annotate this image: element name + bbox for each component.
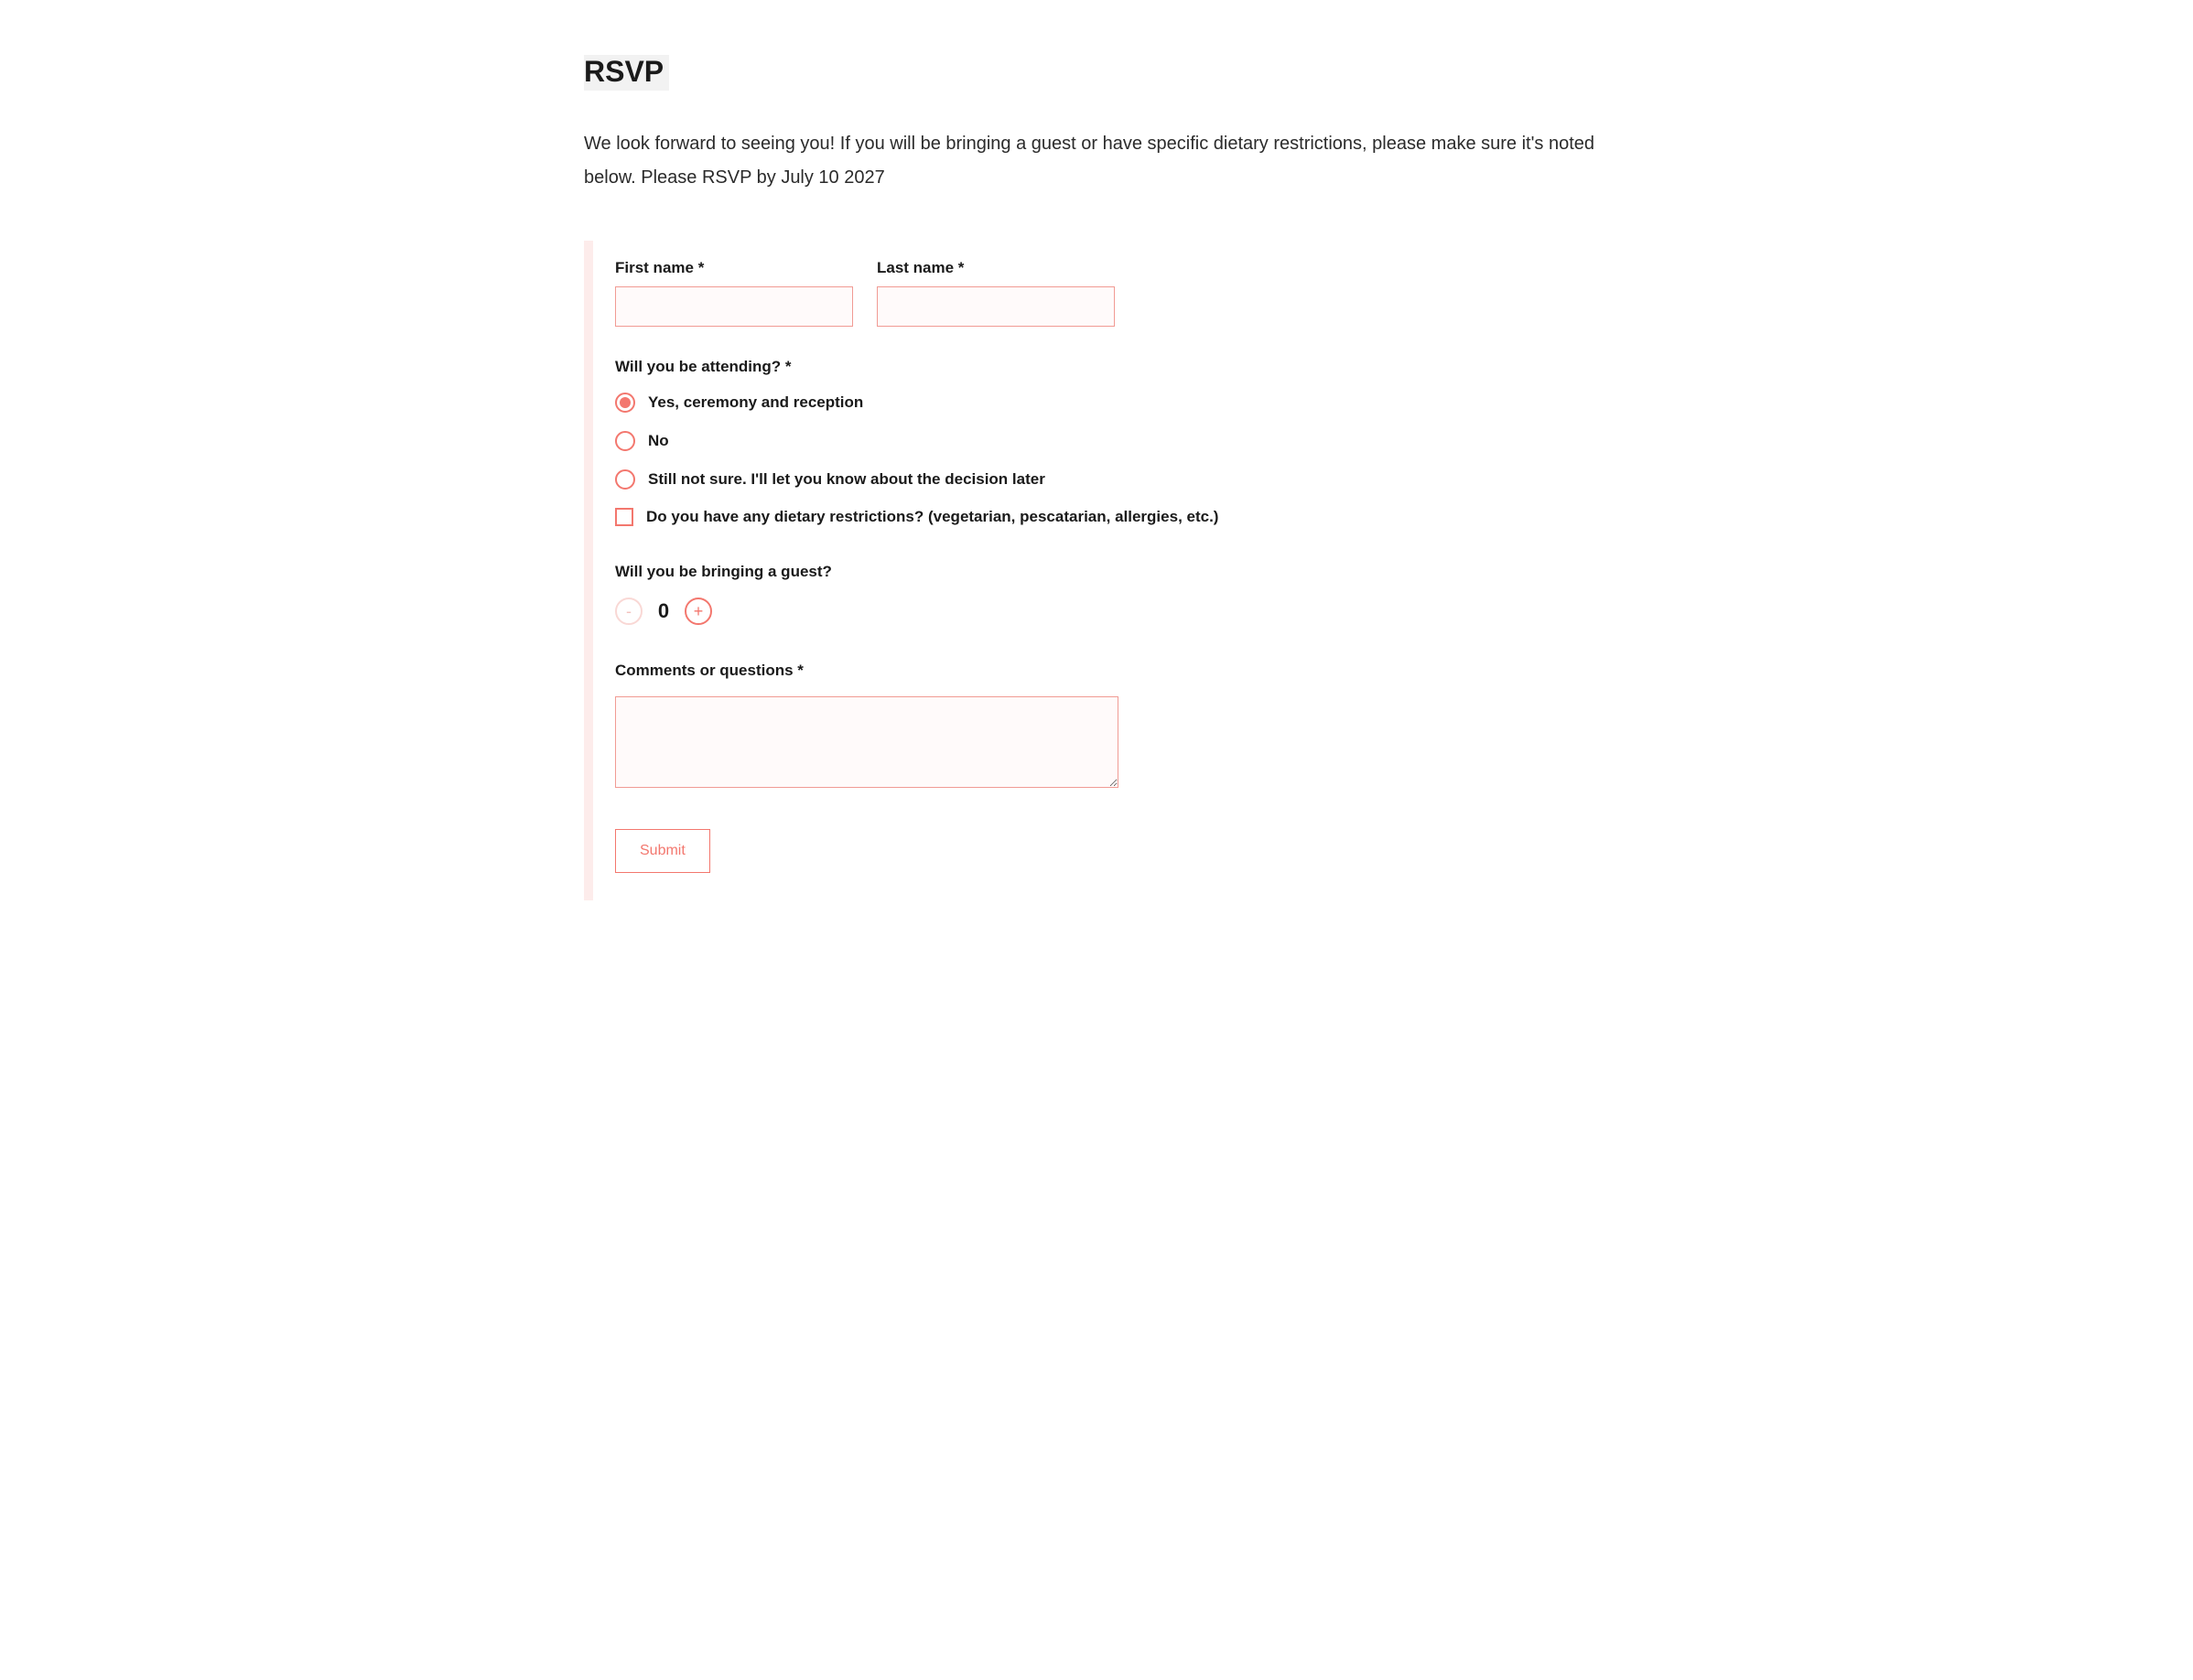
guest-count-value: 0 bbox=[655, 599, 672, 623]
radio-icon bbox=[615, 393, 635, 413]
last-name-input[interactable] bbox=[877, 286, 1115, 327]
dietary-label: Do you have any dietary restrictions? (v… bbox=[646, 508, 1218, 526]
attending-label: Will you be attending? * bbox=[615, 358, 1591, 376]
attending-option-yes[interactable]: Yes, ceremony and reception bbox=[615, 393, 1591, 413]
intro-text: We look forward to seeing you! If you wi… bbox=[584, 127, 1609, 195]
guest-increment-button[interactable]: + bbox=[685, 598, 712, 625]
radio-dot-icon bbox=[620, 397, 631, 408]
comments-label: Comments or questions * bbox=[615, 662, 1591, 680]
first-name-label: First name * bbox=[615, 259, 853, 277]
guest-decrement-button[interactable]: - bbox=[615, 598, 643, 625]
page-title: RSVP bbox=[584, 55, 669, 91]
attending-option-label: Still not sure. I'll let you know about … bbox=[648, 470, 1045, 489]
guest-label: Will you be bringing a guest? bbox=[615, 563, 1591, 581]
guest-stepper: - 0 + bbox=[615, 598, 1591, 625]
comments-textarea[interactable] bbox=[615, 696, 1118, 788]
attending-option-unsure[interactable]: Still not sure. I'll let you know about … bbox=[615, 469, 1591, 490]
attending-option-label: Yes, ceremony and reception bbox=[648, 393, 863, 412]
submit-button[interactable]: Submit bbox=[615, 829, 710, 873]
last-name-label: Last name * bbox=[877, 259, 1115, 277]
rsvp-form: First name * Last name * Will you be att… bbox=[584, 241, 1609, 900]
attending-option-no[interactable]: No bbox=[615, 431, 1591, 451]
attending-option-label: No bbox=[648, 432, 669, 450]
checkbox-icon bbox=[615, 508, 633, 526]
radio-icon bbox=[615, 431, 635, 451]
radio-icon bbox=[615, 469, 635, 490]
dietary-checkbox[interactable]: Do you have any dietary restrictions? (v… bbox=[615, 508, 1591, 526]
first-name-input[interactable] bbox=[615, 286, 853, 327]
